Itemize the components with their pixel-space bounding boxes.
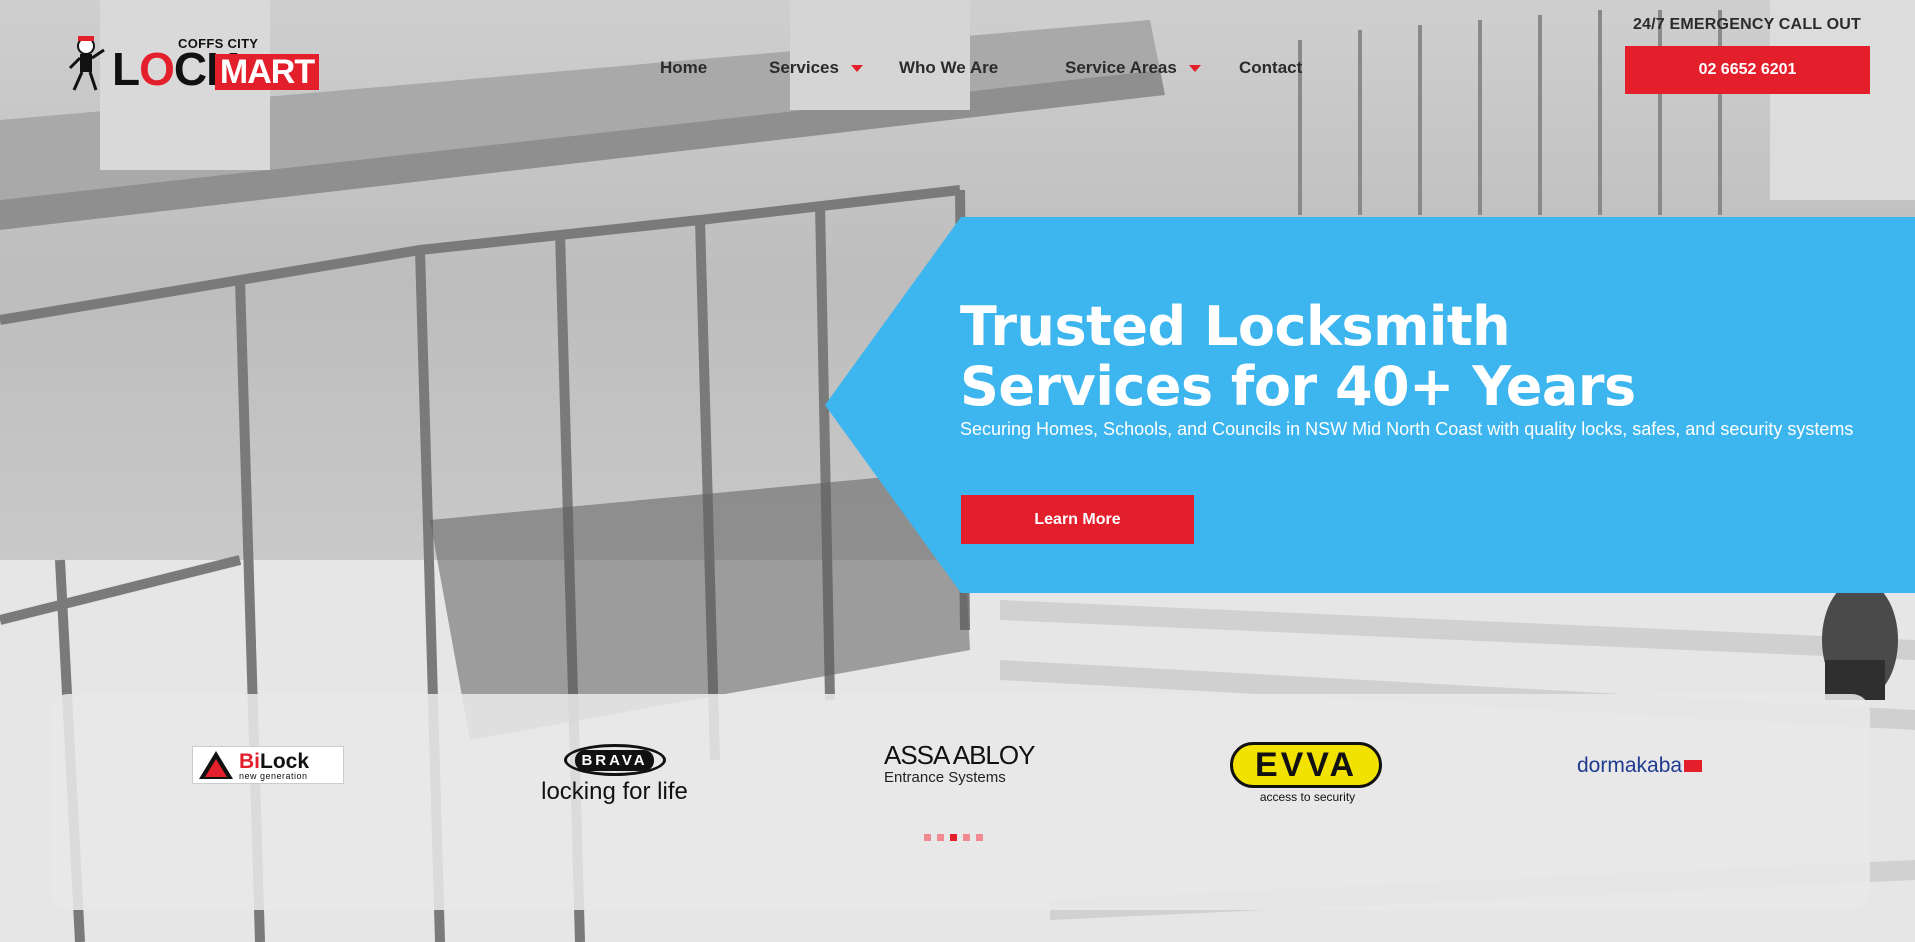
nav-who-we-are-label: Who We Are (899, 58, 999, 77)
chevron-down-icon (850, 64, 863, 72)
hero-title-line-1: Trusted Locksmith (960, 295, 1511, 358)
nav-home[interactable]: Home (660, 58, 707, 78)
carousel-dot-3[interactable] (950, 834, 957, 841)
assa-abloy-subtitle: Entrance Systems (884, 769, 1006, 786)
hero-title: Trusted Locksmith Services for 40+ Years (960, 297, 1860, 417)
assa-abloy-logo[interactable]: ASSA ABLOY Entrance Systems (884, 740, 1044, 790)
carousel-dot-1[interactable] (924, 834, 931, 841)
locksmith-mascot-icon (68, 36, 105, 91)
site-logo[interactable]: COFFS CITY LOCK MART (68, 32, 320, 94)
nav-contact[interactable]: Contact (1239, 58, 1302, 78)
logo-wordmark-mart: MART (215, 54, 319, 90)
nav-service-areas-label: Service Areas (1065, 58, 1177, 77)
dormakaba-mark-icon (1684, 760, 1703, 773)
hero-banner: Trusted Locksmith Services for 40+ Years… (825, 217, 1915, 593)
evva-logo[interactable]: EVVA access to security (1230, 742, 1385, 810)
nav-services[interactable]: Services (769, 58, 863, 78)
nav-service-areas[interactable]: Service Areas (1065, 58, 1201, 78)
nav-who-we-are[interactable]: Who We Are (899, 58, 998, 78)
brava-logo[interactable]: BRAVA locking for life (537, 744, 692, 814)
brava-badge-text: BRAVA (575, 749, 654, 771)
nav-contact-label: Contact (1239, 58, 1303, 77)
dormakaba-name: dormakaba (1577, 754, 1683, 777)
brava-badge: BRAVA (563, 744, 666, 776)
hero-title-line-2: Services for 40+ Years (960, 355, 1636, 418)
evva-tagline: access to security (1259, 790, 1356, 804)
evva-name: EVVA (1230, 742, 1382, 788)
dormakaba-logo[interactable]: dormakaba (1577, 754, 1737, 784)
hero-subtitle: Securing Homes, Schools, and Councils in… (960, 419, 1854, 439)
chevron-down-icon (1188, 64, 1201, 72)
carousel-pagination (924, 834, 983, 841)
carousel-dot-4[interactable] (963, 834, 970, 841)
carousel-dot-5[interactable] (976, 834, 983, 841)
bilock-subtitle: new generation (239, 771, 308, 781)
bilock-triangle-accent (205, 759, 227, 777)
phone-call-button[interactable]: 02 6652 6201 (1625, 46, 1870, 94)
brand-logo-carousel: BiLock new generation BRAVA locking for … (50, 694, 1870, 910)
nav-services-label: Services (769, 58, 839, 77)
emergency-callout-label: 24/7 EMERGENCY CALL OUT (1632, 16, 1861, 33)
learn-more-button[interactable]: Learn More (961, 495, 1194, 544)
assa-abloy-name: ASSA ABLOY (884, 740, 1035, 770)
carousel-dot-2[interactable] (937, 834, 944, 841)
nav-home-label: Home (660, 58, 708, 77)
brava-tagline: locking for life (541, 778, 688, 805)
bilock-logo[interactable]: BiLock new generation (192, 746, 344, 784)
